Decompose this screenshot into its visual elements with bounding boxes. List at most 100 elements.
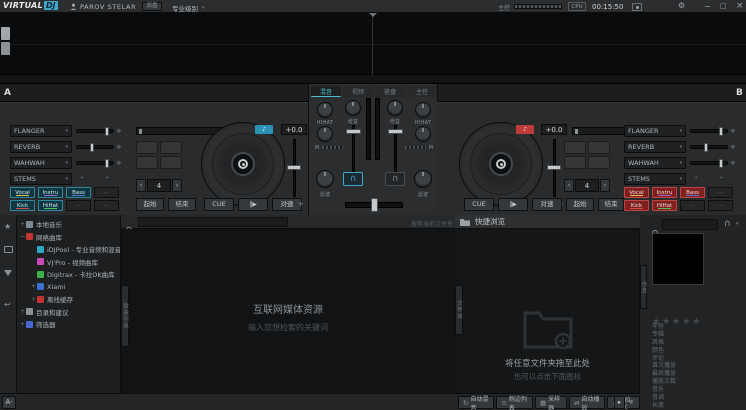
tree-expander[interactable]: + bbox=[19, 308, 26, 315]
fx-slider-handle[interactable] bbox=[704, 143, 708, 152]
mixer-eq-knob-right-bottom[interactable] bbox=[415, 126, 431, 142]
fx-slider-handle[interactable] bbox=[105, 127, 109, 136]
fx-slider-handle[interactable] bbox=[719, 127, 723, 136]
search-scope-hint[interactable]: 搜索当前文件夹 bbox=[411, 219, 453, 228]
deck-a-loop-in-button[interactable]: 起始 bbox=[136, 198, 164, 211]
fx-amount-slider[interactable] bbox=[690, 145, 728, 149]
sideview-dot-button[interactable]: ● bbox=[629, 399, 633, 405]
fx-enable-button[interactable]: + bbox=[116, 159, 122, 167]
info-vertical-tab[interactable]: 信息 bbox=[640, 265, 647, 309]
deck-a-pitch-minus[interactable]: − bbox=[285, 200, 291, 208]
record-icon[interactable] bbox=[632, 3, 642, 11]
tree-expander[interactable]: − bbox=[19, 233, 26, 240]
loop-size-value[interactable]: 4 bbox=[575, 179, 599, 192]
stem-pad-empty[interactable]: — bbox=[94, 187, 119, 198]
stems-plus-right[interactable]: + bbox=[719, 175, 723, 181]
info-search-input[interactable] bbox=[662, 219, 718, 230]
mixer-tab-主控[interactable]: 主控 bbox=[407, 86, 437, 97]
deck-b-play-button[interactable]: ‖▶ bbox=[498, 198, 528, 211]
channel-fader-b-handle[interactable] bbox=[388, 129, 403, 134]
user-name[interactable]: PAROV STELAR bbox=[80, 3, 136, 11]
tree-expander[interactable]: + bbox=[30, 296, 37, 303]
fx-select-dropdown[interactable]: FLANGER▾ bbox=[624, 125, 686, 137]
hotcue-pad[interactable] bbox=[564, 156, 586, 169]
gear-icon[interactable]: ⚙ bbox=[678, 2, 685, 10]
mixer-eq-knob-left-bottom[interactable] bbox=[317, 126, 333, 142]
deck-b-sync-button[interactable]: 对速 bbox=[532, 198, 562, 211]
deck-b-loop-in-button[interactable]: 起始 bbox=[566, 198, 594, 211]
stem-pad-kick[interactable]: Kick bbox=[624, 200, 649, 211]
hotcue-pad[interactable] bbox=[588, 156, 610, 169]
mixer-tab-视频[interactable]: 视频 bbox=[343, 86, 373, 97]
tree-item-3[interactable]: iDJPool - 专业音频和混音 bbox=[17, 243, 121, 255]
tree-expander[interactable]: + bbox=[19, 321, 26, 328]
fx-enable-button[interactable]: + bbox=[730, 127, 736, 135]
stems-plus-left[interactable]: + bbox=[694, 175, 698, 181]
stems-dropdown[interactable]: STEMS▾ bbox=[624, 173, 686, 185]
deck-b-keylock-badge[interactable]: ♪ bbox=[516, 125, 534, 134]
hotcue-pad[interactable] bbox=[588, 141, 610, 154]
mixer-eq-knob-right-top[interactable] bbox=[415, 102, 431, 118]
filter-icon[interactable] bbox=[4, 270, 12, 276]
sideview-button-采样器[interactable]: ▦采样器 bbox=[535, 396, 567, 409]
loop-half-button[interactable]: ‹ bbox=[564, 179, 574, 192]
fx-select-dropdown[interactable]: WAHWAH▾ bbox=[10, 157, 72, 169]
fx-enable-button[interactable]: + bbox=[116, 127, 122, 135]
deck-a-pitch-handle[interactable] bbox=[287, 165, 301, 170]
fx-slider-handle[interactable] bbox=[719, 159, 723, 168]
hotcue-pad[interactable] bbox=[160, 156, 182, 169]
mixer-filter-knob-right[interactable] bbox=[414, 170, 432, 188]
fx-select-dropdown[interactable]: REVERB▾ bbox=[624, 141, 686, 153]
sideview-expand-button[interactable]: ▸ bbox=[614, 396, 625, 409]
stems-plus-left[interactable]: + bbox=[80, 175, 84, 181]
deck-a-loop-out-button[interactable]: 结束 bbox=[168, 198, 196, 211]
sideview-button-自动播放[interactable]: ⇄自动播放 bbox=[569, 396, 605, 409]
tree-item-2[interactable]: −网络曲库 bbox=[17, 231, 121, 243]
loop-double-button[interactable]: › bbox=[600, 179, 610, 192]
deck-b-cue-button[interactable]: CUE bbox=[464, 198, 494, 211]
info-chevron-down-icon[interactable]: ▾ bbox=[736, 221, 739, 227]
folder-vertical-tab[interactable]: 文件夹 bbox=[455, 285, 463, 335]
mixer-eq-knob-left-top[interactable] bbox=[317, 102, 333, 118]
info-headphone-icon[interactable]: ∩ bbox=[724, 219, 731, 229]
stem-pad-bass[interactable]: Bass bbox=[66, 187, 91, 198]
stem-pad-instru[interactable]: Instru bbox=[38, 187, 63, 198]
stem-pad-hihat[interactable]: HiHat bbox=[38, 200, 63, 211]
loop-double-button[interactable]: › bbox=[172, 179, 182, 192]
minimize-button[interactable]: − bbox=[704, 2, 711, 11]
tree-item-8[interactable]: +目录和建议 bbox=[17, 306, 121, 318]
stem-pad-vocal[interactable]: Vocal bbox=[10, 187, 35, 198]
browser-file-list[interactable]: 歌曲列表 互联网媒体资源 输入您想检索的关键词 bbox=[121, 229, 455, 393]
fx-slider-handle[interactable] bbox=[105, 159, 109, 168]
deck-a-pitch-plus[interactable]: + bbox=[298, 200, 304, 208]
mixer-filter-knob-left[interactable] bbox=[316, 170, 334, 188]
hotcue-pad[interactable] bbox=[136, 156, 158, 169]
stem-pad-instru[interactable]: Instru bbox=[652, 187, 677, 198]
stem-pad-empty[interactable]: — bbox=[66, 200, 91, 211]
close-button[interactable]: × bbox=[736, 1, 744, 11]
fx-enable-button[interactable]: + bbox=[730, 143, 736, 151]
fx-amount-slider[interactable] bbox=[690, 129, 728, 133]
fx-amount-slider[interactable] bbox=[76, 129, 114, 133]
search-input[interactable] bbox=[138, 217, 288, 227]
tree-item-6[interactable]: +Xiami bbox=[17, 281, 121, 293]
loop-size-value[interactable]: 4 bbox=[147, 179, 171, 192]
deck-a-wave-tab[interactable] bbox=[1, 27, 10, 40]
font-size-button[interactable]: A- bbox=[2, 396, 16, 409]
tree-item-1[interactable]: +本地音乐 bbox=[17, 218, 121, 230]
tree-item-9[interactable]: +筛选器 bbox=[17, 318, 121, 330]
sideview-button-侧边列表[interactable]: ≡侧边列表 bbox=[496, 396, 532, 409]
deck-b-wave-tab[interactable] bbox=[1, 42, 10, 55]
mixer-tab-搓盘[interactable]: 搓盘 bbox=[375, 86, 405, 97]
browser-search-bar[interactable]: 搜索当前文件夹 bbox=[121, 215, 455, 229]
stems-dropdown[interactable]: STEMS▾ bbox=[10, 173, 72, 185]
hotcue-pad[interactable] bbox=[564, 141, 586, 154]
favorites-icon[interactable]: ★ bbox=[4, 222, 11, 231]
deck-b-pitch-handle[interactable] bbox=[547, 165, 561, 170]
deck-a-cue-button[interactable]: CUE bbox=[204, 198, 234, 211]
stem-pad-empty[interactable]: — bbox=[94, 200, 119, 211]
channel-fader-a-handle[interactable] bbox=[346, 129, 361, 134]
fx-enable-button[interactable]: + bbox=[730, 159, 736, 167]
quick-browse-panel[interactable]: 快捷浏览 文件夹 将任意文件夹拖至此处 也可以点击下面图标 bbox=[455, 215, 640, 393]
stem-pad-hihat[interactable]: HiHat bbox=[652, 200, 677, 211]
